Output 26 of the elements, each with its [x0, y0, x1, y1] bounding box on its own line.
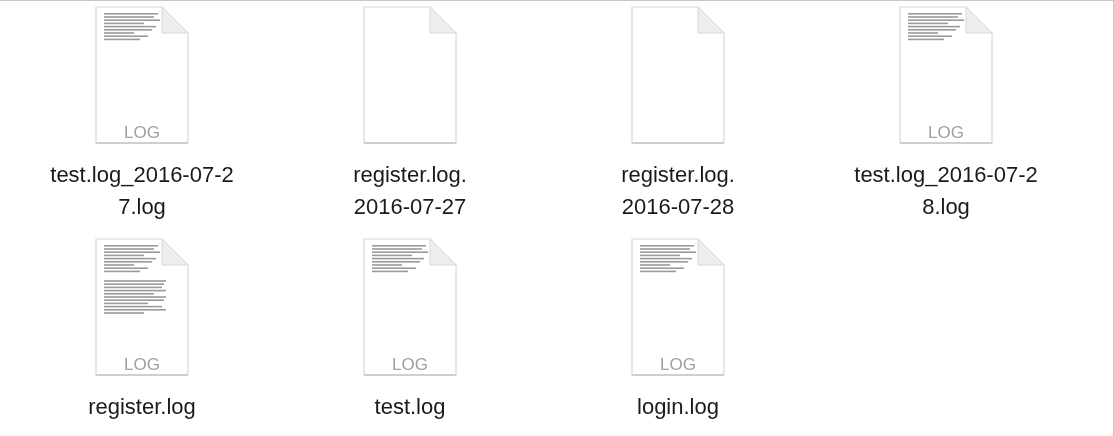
document-icon: [92, 5, 192, 145]
file-item[interactable]: register.log. 2016-07-27: [276, 5, 544, 227]
file-type-label: LOG: [391, 356, 429, 373]
file-name: test.log: [374, 393, 446, 421]
file-name: test.log_2016-07-2 7.log: [50, 161, 234, 221]
file-item[interactable]: LOG test.log_2016-07-2 8.log: [812, 5, 1080, 227]
file-name: register.log. 2016-07-27: [353, 161, 467, 221]
document-icon: [360, 237, 460, 377]
file-name: register.log. 2016-07-28: [621, 161, 735, 221]
file-item[interactable]: LOG register.log: [8, 237, 276, 436]
file-item[interactable]: LOG login.log: [544, 237, 812, 436]
document-icon: [628, 5, 728, 145]
file-item[interactable]: LOG test.log_2016-07-2 7.log: [8, 5, 276, 227]
document-icon: [92, 237, 192, 377]
file-type-label: LOG: [123, 124, 161, 141]
file-name: login.log: [637, 393, 719, 421]
file-type-label: LOG: [123, 356, 161, 373]
file-item[interactable]: register.log. 2016-07-28: [544, 5, 812, 227]
document-icon: [628, 237, 728, 377]
file-name: register.log: [88, 393, 196, 421]
document-icon: [896, 5, 996, 145]
file-type-label: LOG: [927, 124, 965, 141]
file-name: test.log_2016-07-2 8.log: [854, 161, 1038, 221]
file-type-label: LOG: [659, 356, 697, 373]
document-icon: [360, 5, 460, 145]
file-item[interactable]: LOG test.log: [276, 237, 544, 436]
